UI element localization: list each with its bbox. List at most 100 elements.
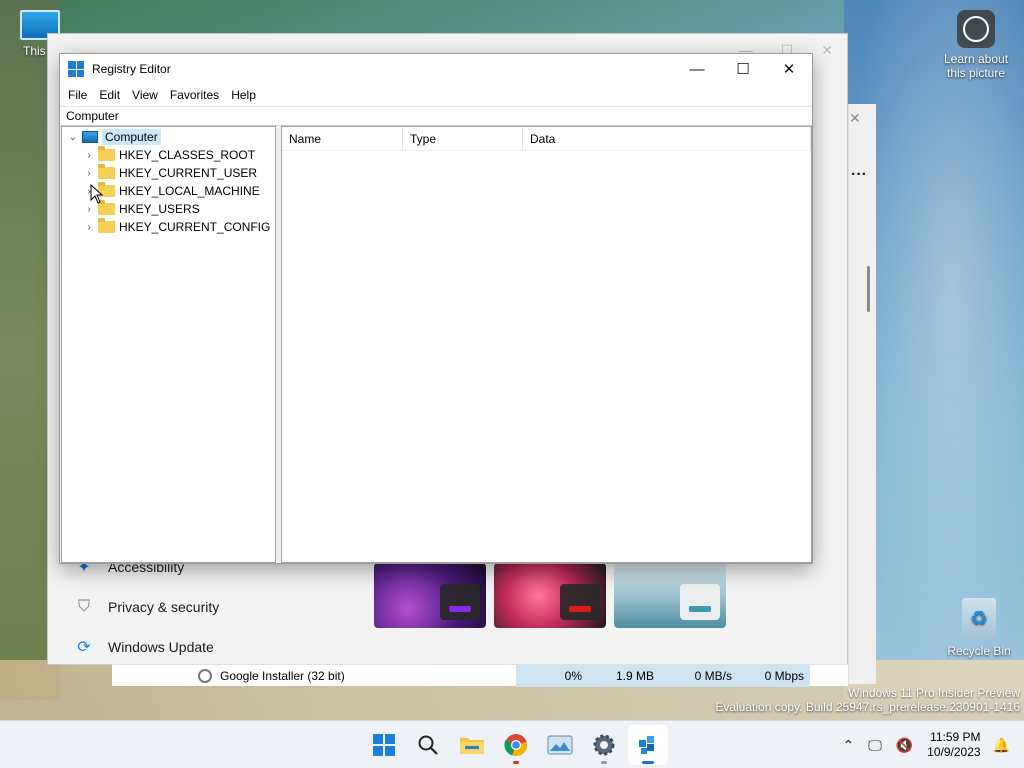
chevron-right-icon[interactable]: › bbox=[82, 222, 96, 233]
watermark-line: Windows 11 Pro Insider Preview bbox=[848, 686, 1020, 700]
desktop-watermark: Windows 11 Pro Insider Preview Evaluatio… bbox=[715, 686, 1020, 714]
system-tray: ⌃ 🖵 🔇 11:59 PM 10/9/2023 🔔 bbox=[843, 721, 1024, 768]
menu-edit[interactable]: Edit bbox=[93, 88, 126, 102]
settings-button[interactable] bbox=[584, 725, 624, 765]
process-name-cell: Google Installer (32 bit) bbox=[112, 668, 516, 683]
chrome-button[interactable] bbox=[496, 725, 536, 765]
recycle-bin-icon: ♻ bbox=[962, 598, 996, 640]
values-list[interactable]: Name Type Data bbox=[281, 126, 812, 563]
clock[interactable]: 11:59 PM 10/9/2023 bbox=[927, 730, 980, 760]
shield-icon: ⛉ bbox=[77, 598, 90, 615]
clock-time: 11:59 PM bbox=[930, 730, 981, 744]
editor-panes: ⌄ Computer › HKEY_CLASSES_ROOT › HKEY_CU… bbox=[60, 126, 812, 563]
window-title: Registry Editor bbox=[92, 62, 171, 76]
tree-node-label: HKEY_CURRENT_CONFIG bbox=[119, 220, 271, 234]
desktop-icon-label: Recycle Bin bbox=[947, 644, 1011, 658]
running-indicator bbox=[601, 761, 607, 764]
process-memory: 1.9 MB bbox=[588, 664, 660, 687]
regedit-icon bbox=[639, 736, 654, 754]
column-header-type[interactable]: Type bbox=[403, 126, 523, 151]
menu-view[interactable]: View bbox=[126, 88, 164, 102]
menu-help[interactable]: Help bbox=[225, 88, 262, 102]
start-button[interactable] bbox=[364, 725, 404, 765]
start-icon bbox=[373, 734, 395, 756]
registry-editor-window: Registry Editor — ☐ ✕ File Edit View Fav… bbox=[59, 53, 813, 564]
settings-nav-privacy[interactable]: ⛉ Privacy & security bbox=[74, 597, 219, 617]
search-icon bbox=[418, 735, 438, 755]
process-network: 0 Mbps bbox=[738, 664, 810, 687]
running-indicator bbox=[642, 761, 654, 764]
folder-icon bbox=[98, 200, 115, 215]
tree-node-hkcc[interactable]: › HKEY_CURRENT_CONFIG bbox=[82, 218, 270, 236]
running-indicator bbox=[513, 761, 519, 764]
settings-nav-windows-update[interactable]: ⟳ Windows Update bbox=[74, 637, 214, 657]
chevron-right-icon[interactable]: › bbox=[82, 150, 96, 161]
tree-node-computer[interactable]: ⌄ Computer bbox=[66, 128, 161, 146]
process-name: Google Installer (32 bit) bbox=[220, 668, 345, 683]
taskbar: ⌃ 🖵 🔇 11:59 PM 10/9/2023 🔔 bbox=[0, 720, 1024, 768]
theme-thumbnails bbox=[374, 563, 734, 628]
clock-date: 10/9/2023 bbox=[927, 745, 981, 759]
regedit-button[interactable] bbox=[628, 725, 668, 765]
computer-icon bbox=[82, 131, 98, 143]
settings-nav-label: Windows Update bbox=[108, 639, 214, 655]
chrome-icon bbox=[504, 734, 527, 757]
task-manager-row[interactable]: Google Installer (32 bit) 0% 1.9 MB 0 MB… bbox=[112, 664, 848, 687]
tree-node-label: Computer bbox=[102, 129, 161, 145]
chevron-right-icon[interactable]: › bbox=[82, 168, 96, 179]
menu-favorites[interactable]: Favorites bbox=[164, 88, 225, 102]
theme-thumbnail[interactable] bbox=[614, 563, 726, 628]
window-controls: — ☐ ✕ bbox=[674, 54, 812, 84]
column-header-data[interactable]: Data bbox=[523, 126, 811, 151]
folder-icon bbox=[98, 146, 115, 161]
tree-node-hklm[interactable]: › HKEY_LOCAL_MACHINE bbox=[82, 182, 260, 200]
more-options-icon[interactable]: ··· bbox=[851, 166, 867, 184]
chevron-up-icon[interactable]: ⌃ bbox=[843, 737, 855, 754]
search-button[interactable] bbox=[408, 725, 448, 765]
notification-bell-icon[interactable]: 🔔 bbox=[993, 737, 1010, 754]
camera-info-icon bbox=[957, 10, 995, 48]
address-bar[interactable]: Computer bbox=[60, 106, 812, 126]
installer-icon bbox=[198, 668, 212, 683]
tree-node-label: HKEY_LOCAL_MACHINE bbox=[119, 184, 260, 198]
process-disk: 0 MB/s bbox=[660, 664, 738, 687]
close-icon[interactable]: ✕ bbox=[849, 110, 861, 127]
tree-node-label: HKEY_CURRENT_USER bbox=[119, 166, 258, 180]
update-icon: ⟳ bbox=[77, 639, 91, 656]
column-header-name[interactable]: Name bbox=[282, 126, 403, 151]
chevron-down-icon[interactable]: ⌄ bbox=[66, 132, 80, 143]
file-explorer-icon bbox=[460, 738, 484, 754]
chevron-right-icon[interactable]: › bbox=[82, 204, 96, 215]
process-cpu: 0% bbox=[516, 664, 588, 687]
taskbar-apps bbox=[364, 725, 672, 765]
desktop-icon-recycle-bin[interactable]: ♻ Recycle Bin bbox=[944, 598, 1014, 658]
column-header-row: Name Type Data bbox=[282, 126, 811, 151]
regedit-icon bbox=[68, 61, 84, 77]
file-explorer-button[interactable] bbox=[452, 725, 492, 765]
tree-node-label: HKEY_USERS bbox=[119, 202, 200, 216]
desktop-icon-label: Learn about this picture bbox=[943, 52, 1009, 80]
desktop-icon-learn-about-picture[interactable]: Learn about this picture bbox=[936, 10, 1016, 80]
menu-bar: File Edit View Favorites Help bbox=[60, 84, 812, 106]
settings-nav-label: Privacy & security bbox=[108, 599, 220, 615]
close-icon[interactable]: ✕ bbox=[821, 42, 833, 58]
network-icon[interactable]: 🖵 bbox=[868, 737, 882, 754]
watermark-line: Evaluation copy. Build 25947.rs_prerelea… bbox=[715, 700, 1020, 714]
folder-icon bbox=[98, 218, 115, 233]
menu-file[interactable]: File bbox=[62, 88, 93, 102]
scrollbar[interactable] bbox=[867, 266, 870, 312]
tree-node-hkcu[interactable]: › HKEY_CURRENT_USER bbox=[82, 164, 257, 182]
minimize-button[interactable]: — bbox=[674, 54, 720, 84]
close-button[interactable]: ✕ bbox=[766, 54, 812, 84]
photos-button[interactable] bbox=[540, 725, 580, 765]
volume-muted-icon[interactable]: 🔇 bbox=[896, 737, 913, 754]
settings-icon bbox=[593, 734, 615, 756]
tree-node-label: HKEY_CLASSES_ROOT bbox=[119, 148, 256, 162]
tree-node-hkcr[interactable]: › HKEY_CLASSES_ROOT bbox=[82, 146, 255, 164]
theme-thumbnail[interactable] bbox=[374, 563, 486, 628]
background-window-edge: ✕ ··· bbox=[848, 104, 876, 684]
title-bar[interactable]: Registry Editor — ☐ ✕ bbox=[60, 54, 812, 84]
theme-thumbnail[interactable] bbox=[494, 563, 606, 628]
maximize-button[interactable]: ☐ bbox=[720, 54, 766, 84]
photos-icon bbox=[547, 735, 573, 755]
